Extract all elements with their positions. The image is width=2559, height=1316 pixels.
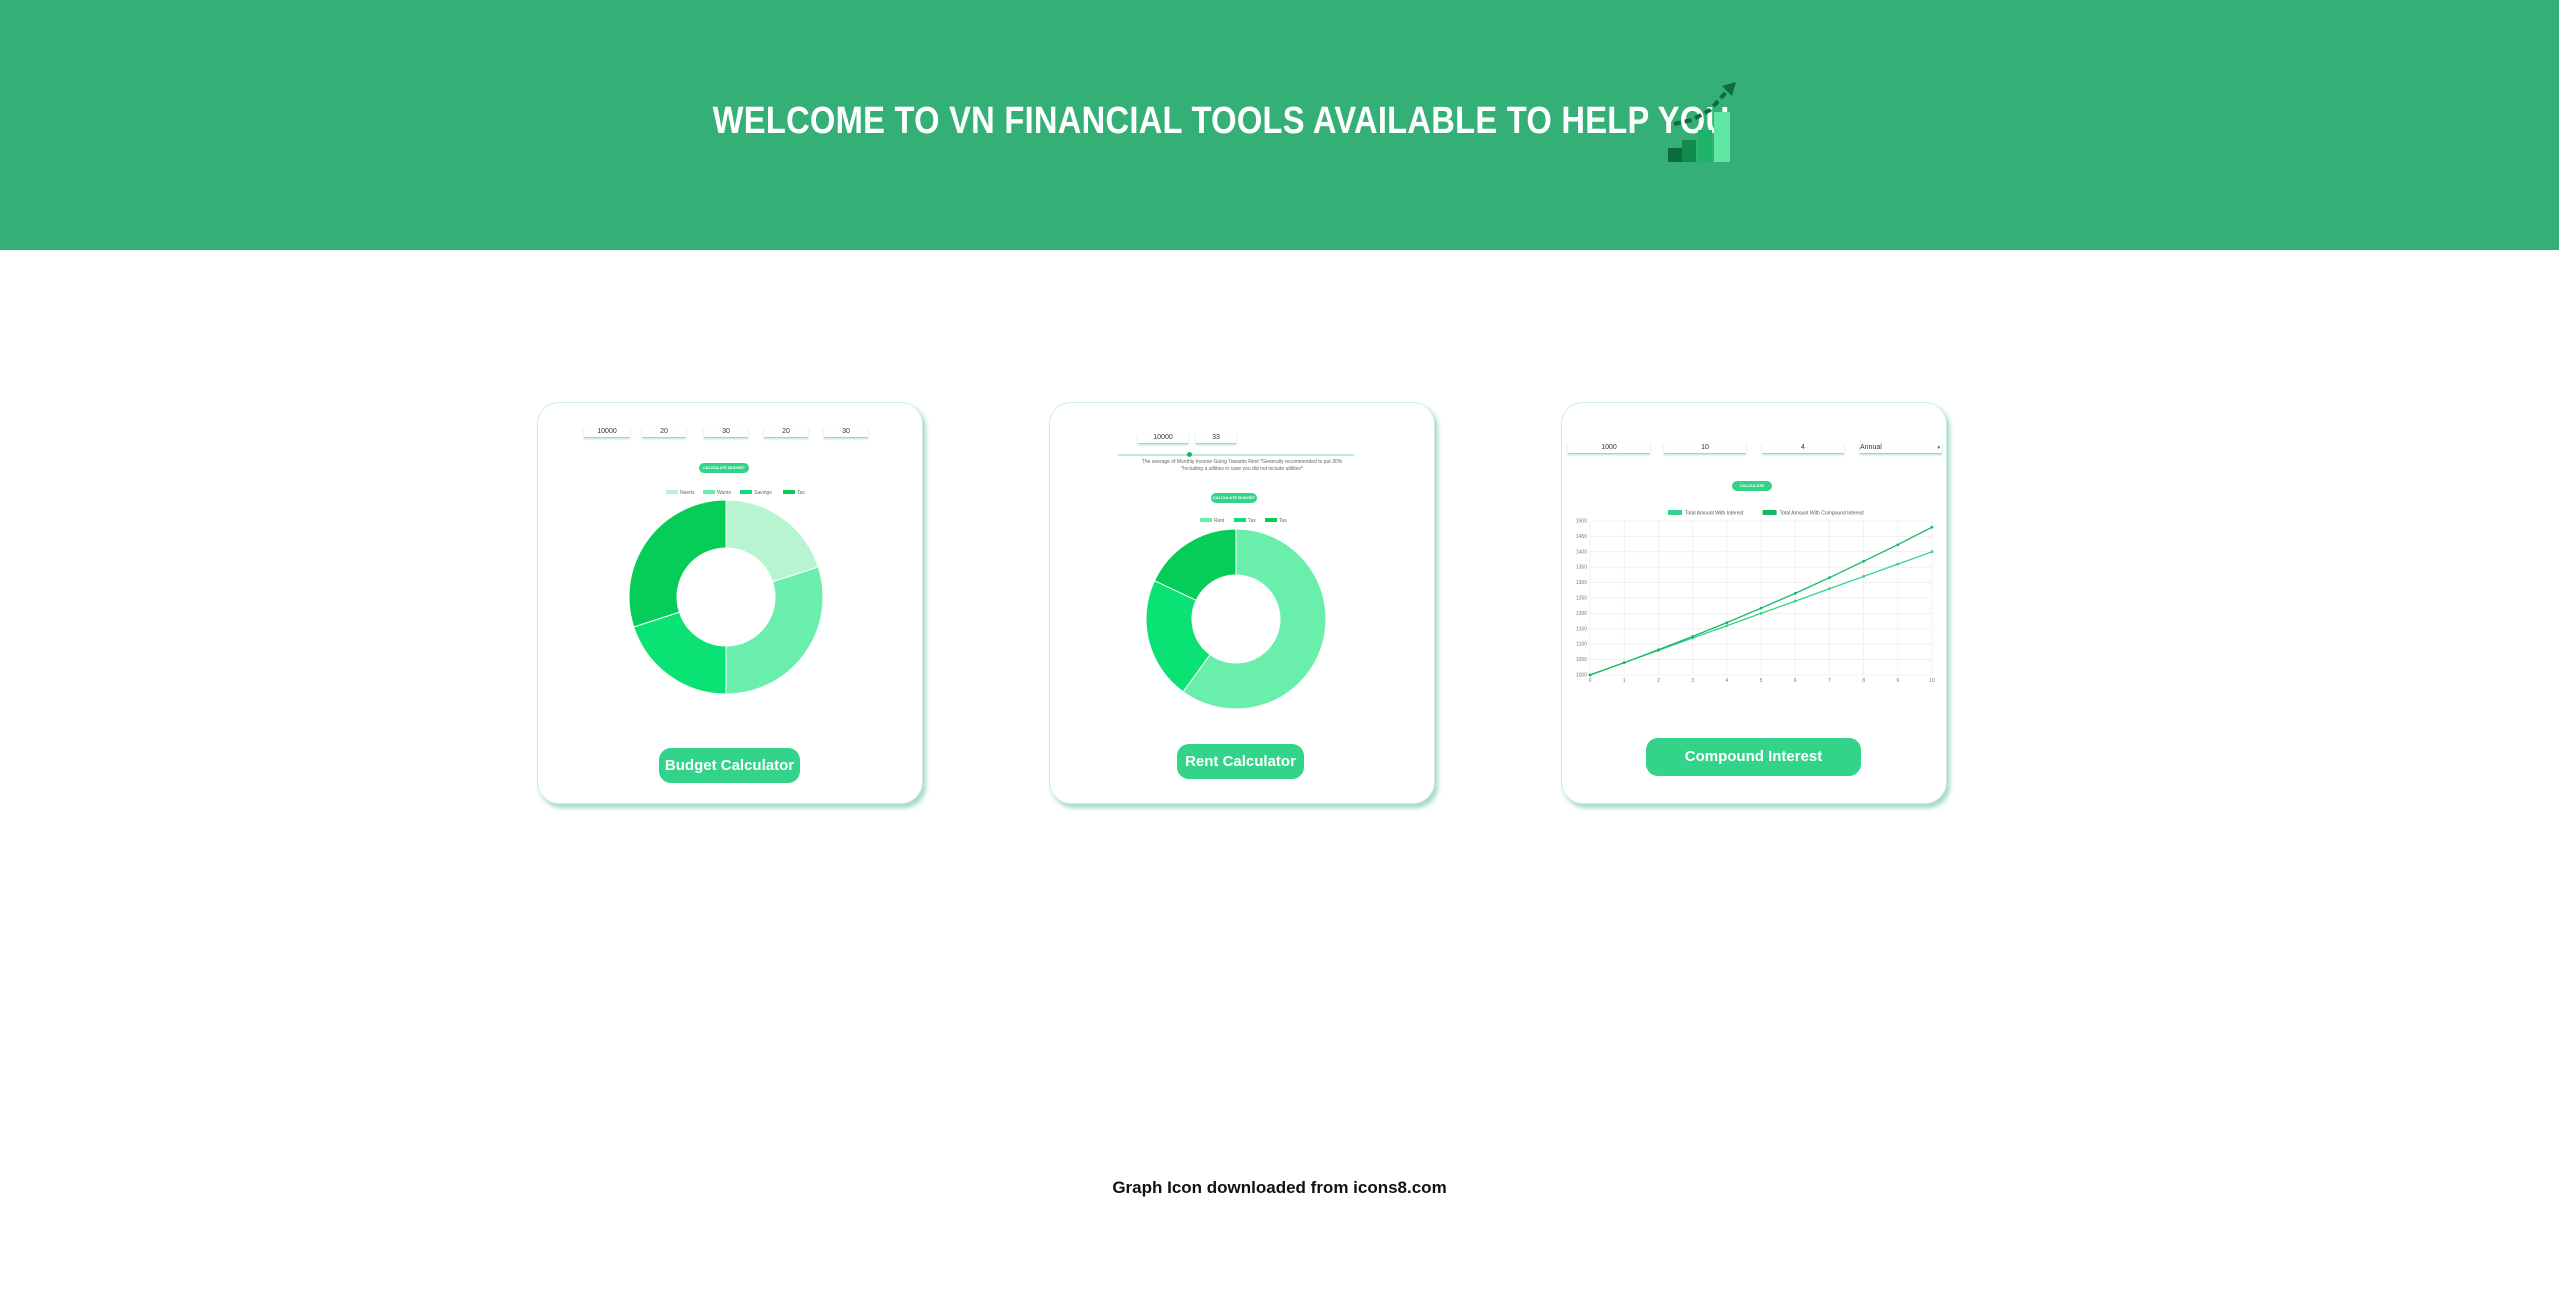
x-tick-label: 4	[1725, 678, 1728, 684]
x-tick-label: 7	[1828, 678, 1831, 684]
hero-banner: WELCOME TO VN FINANCIAL TOOLS AVAILABLE …	[0, 0, 2559, 250]
y-tick-label: 1250	[1576, 596, 1587, 602]
legend-label: Total Amount With Interest	[1685, 511, 1744, 517]
x-tick-label: 9	[1896, 678, 1899, 684]
legend-label: Tax	[797, 490, 805, 496]
y-tick-label: 1300	[1576, 580, 1587, 586]
data-point	[1930, 550, 1934, 554]
rent-calculator-card: 10000 33 The average of Monthly Income G…	[1049, 402, 1435, 804]
rent-donut-chart: Rent Tax Tax	[1145, 518, 1327, 710]
data-point	[1793, 599, 1797, 603]
x-tick-label: 5	[1760, 678, 1763, 684]
x-tick-label: 1	[1623, 678, 1626, 684]
data-point	[1691, 635, 1694, 638]
y-tick-label: 1500	[1576, 519, 1587, 525]
donut-slice	[725, 499, 819, 583]
donut-slice	[628, 499, 727, 628]
graph-icon	[1668, 82, 1736, 162]
legend-label: Wants	[717, 490, 731, 496]
legend-swatch	[740, 490, 752, 494]
footer-credit[interactable]: Graph Icon downloaded from icons8.com	[0, 1178, 2559, 1198]
data-point	[1588, 673, 1592, 677]
legend-label: Total Amount With Compound Interest	[1780, 511, 1865, 517]
data-point	[1657, 648, 1660, 652]
data-point	[1930, 525, 1934, 529]
x-tick-label: 10	[1929, 678, 1935, 684]
data-point	[1622, 661, 1626, 665]
y-tick-label: 1450	[1576, 534, 1587, 540]
page-title: WELCOME TO VN FINANCIAL TOOLS AVAILABLE …	[712, 100, 1730, 142]
data-point	[1828, 576, 1831, 580]
data-point	[1725, 624, 1729, 628]
data-point	[1725, 621, 1729, 625]
y-tick-label: 1050	[1576, 657, 1587, 663]
data-point	[1862, 575, 1865, 578]
data-point	[1759, 606, 1763, 610]
x-tick-label: 8	[1862, 678, 1865, 684]
data-point	[1862, 559, 1865, 563]
legend-swatch	[1234, 518, 1246, 522]
data-point	[1896, 543, 1900, 547]
legend-swatch	[1265, 518, 1277, 522]
data-point	[1759, 612, 1763, 615]
data-point	[1793, 591, 1797, 595]
data-point	[1896, 562, 1900, 566]
y-tick-label: 1200	[1576, 611, 1587, 617]
x-tick-label: 3	[1691, 678, 1694, 684]
legend-swatch	[1200, 518, 1212, 522]
donut-slice	[633, 611, 727, 695]
legend-label: Rent	[1214, 518, 1225, 524]
y-tick-label: 1000	[1576, 673, 1587, 679]
x-tick-label: 0	[1589, 678, 1592, 684]
x-tick-label: 2	[1657, 678, 1660, 684]
legend-label: Savings	[754, 490, 772, 496]
legend-swatch	[1668, 510, 1682, 515]
legend-swatch	[783, 490, 795, 494]
donut-slice	[725, 566, 824, 695]
y-tick-label: 1100	[1576, 642, 1587, 648]
budget-calculator-button[interactable]: Budget Calculator	[659, 748, 800, 783]
legend-swatch	[666, 490, 678, 494]
y-tick-label: 1150	[1576, 626, 1587, 632]
x-tick-label: 6	[1794, 678, 1797, 684]
compound-interest-card: 1000 10 4 Annual ▾ CALCULATE 1000 1050 110…	[1561, 402, 1947, 804]
legend-label: Tax	[1248, 518, 1256, 524]
legend-swatch	[703, 490, 715, 494]
legend-label: Needs	[680, 490, 695, 496]
y-tick-label: 1350	[1576, 565, 1587, 571]
legend-swatch	[1762, 510, 1777, 515]
compound-interest-button[interactable]: Compound Interest Calculator	[1646, 738, 1861, 803]
rent-calculator-button[interactable]: Rent Calculator	[1177, 744, 1304, 779]
legend-label: Tax	[1279, 518, 1287, 524]
budget-donut-chart: Needs Wants Savings Tax	[628, 490, 824, 695]
budget-calculator-card: 10000 20 30 20 30 CALCULATE BUDGET Needs…	[537, 402, 923, 804]
data-point	[1828, 587, 1831, 591]
y-tick-label: 1400	[1576, 549, 1587, 555]
